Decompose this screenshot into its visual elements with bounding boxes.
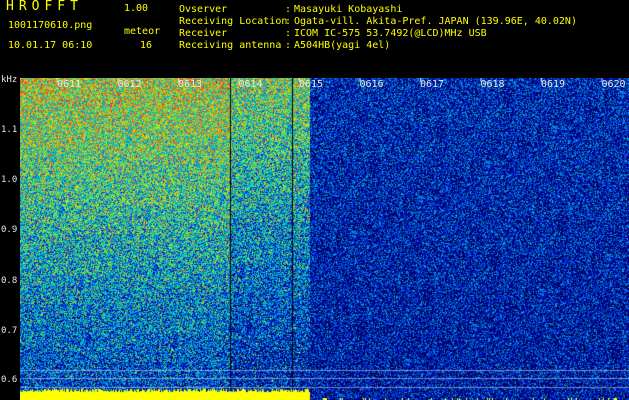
y-tick-label: 1.1	[1, 125, 18, 135]
antenna-label: Receiving antenna	[179, 40, 282, 51]
antenna-colon: :	[285, 40, 292, 51]
app-version: 1.00	[124, 3, 149, 14]
y-tick-label: 0.8	[1, 276, 18, 286]
y-tick-label: 1.0	[1, 175, 18, 185]
spectrogram	[20, 78, 629, 400]
x-tick-label: 0615	[299, 79, 324, 90]
x-tick-label: 0613	[178, 79, 203, 90]
y-tick-label: 0.6	[1, 375, 18, 385]
file-name: 1001170610.png	[8, 20, 93, 31]
antenna-value: A504HB(yagi 4el)	[294, 40, 391, 51]
receiver-value: ICOM IC-575 53.7492(@LCD)MHz USB	[294, 28, 487, 39]
x-tick-label: 0620	[601, 79, 626, 90]
observer-label: Ovserver	[179, 4, 228, 15]
x-tick-label: 0614	[238, 79, 263, 90]
x-tick-label: 0617	[420, 79, 445, 90]
file-datetime: 10.01.17 06:10	[8, 40, 93, 51]
axis-unit-label: kHz	[1, 75, 18, 85]
y-tick-label: 0.9	[1, 225, 18, 235]
receiver-label: Receiver	[179, 28, 228, 39]
x-tick-label: 0611	[57, 79, 82, 90]
y-tick-label: 0.7	[1, 326, 18, 336]
meteor-count: 16	[140, 40, 153, 51]
x-tick-label: 0612	[117, 79, 142, 90]
location-value: Ogata-vill. Akita-Pref. JAPAN (139.96E, …	[294, 16, 577, 27]
x-tick-label: 0618	[480, 79, 505, 90]
receiver-colon: :	[285, 28, 292, 39]
header-panel: HROFFT 1.00 1001170610.png 10.01.17 06:1…	[0, 0, 629, 76]
meteor-label: meteor	[124, 26, 161, 37]
x-tick-label: 0619	[541, 79, 566, 90]
x-tick-label: 0616	[359, 79, 384, 90]
observer-colon: :	[285, 4, 292, 15]
location-label: Receiving Location	[179, 16, 288, 27]
observer-value: Masayuki Kobayashi	[294, 4, 403, 15]
app-title: HROFFT	[6, 0, 83, 14]
location-colon: :	[285, 16, 292, 27]
